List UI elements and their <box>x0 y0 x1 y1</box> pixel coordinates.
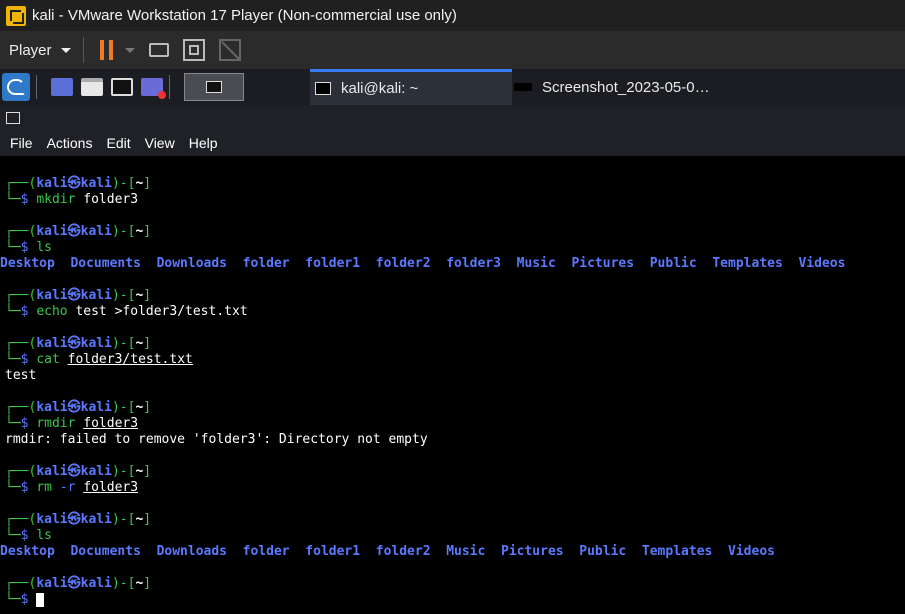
kali-taskbar: kali@kali: ~ Screenshot_2023-05-0… <box>0 69 905 105</box>
prompt-line: ┌──(kali㉿kali)-[~] <box>5 512 152 527</box>
menu-actions[interactable]: Actions <box>47 135 93 151</box>
prompt-line: ┌──(kali㉿kali)-[~] <box>5 576 152 591</box>
network-icon[interactable] <box>148 43 169 57</box>
terminal-menubar: File Actions Edit View Help <box>0 130 905 156</box>
menu-help[interactable]: Help <box>189 135 218 151</box>
menu-edit[interactable]: Edit <box>106 135 130 151</box>
player-menu-label: Player <box>9 41 52 59</box>
file-manager-icon[interactable] <box>81 78 103 96</box>
prompt-line: ┌──(kali㉿kali)-[~] <box>5 224 152 239</box>
prompt-line: ┌──(kali㉿kali)-[~] <box>5 464 152 479</box>
terminal-launcher-icon[interactable] <box>111 78 133 96</box>
vmware-logo-icon <box>6 5 26 26</box>
rmdir-error: rmdir: failed to remove 'folder3': Direc… <box>5 432 428 447</box>
pause-icon[interactable] <box>99 40 113 60</box>
chevron-down-icon <box>60 47 71 53</box>
text-cursor <box>36 592 45 607</box>
task-screenshot[interactable]: Screenshot_2023-05-0… <box>512 69 722 105</box>
terminal-titlebar <box>0 105 905 130</box>
pause-options-chevron-icon[interactable] <box>124 47 135 53</box>
prompt-line: ┌──(kali㉿kali)-[~] <box>5 288 152 303</box>
image-icon <box>514 83 532 91</box>
task-label: Screenshot_2023-05-0… <box>542 78 710 96</box>
command-line: └─$ ls <box>5 528 52 543</box>
command-line: └─$ echo test >folder3/test.txt <box>5 304 248 319</box>
terminal-icon <box>6 112 20 124</box>
command-line: └─$ rm -r folder3 <box>5 480 139 495</box>
window-title: kali - VMware Workstation 17 Player (Non… <box>32 7 457 24</box>
task-label: kali@kali: ~ <box>341 80 419 97</box>
terminal-output[interactable]: ┌──(kali㉿kali)-[~] └─$ mkdir folder3 ┌──… <box>0 156 905 614</box>
ls-output: Desktop Documents Downloads folder folde… <box>0 544 775 559</box>
vmware-titlebar: kali - VMware Workstation 17 Player (Non… <box>0 0 905 31</box>
active-command-line[interactable]: └─$ <box>5 592 45 608</box>
terminal-icon <box>315 82 331 95</box>
command-line: └─$ rmdir folder3 <box>5 416 139 431</box>
unity-icon <box>218 39 241 61</box>
toolbar-divider <box>82 37 84 63</box>
command-line: └─$ cat folder3/test.txt <box>5 352 193 367</box>
show-desktop-icon[interactable] <box>51 78 73 96</box>
command-line: └─$ mkdir folder3 <box>5 192 139 207</box>
kali-menu-icon[interactable] <box>2 73 30 101</box>
prompt-line: ┌──(kali㉿kali)-[~] <box>5 176 152 191</box>
prompt-line: ┌──(kali㉿kali)-[~] <box>5 400 152 415</box>
fullscreen-icon[interactable] <box>182 39 205 61</box>
panel-divider <box>36 75 37 99</box>
ls-output: Desktop Documents Downloads folder folde… <box>0 256 846 271</box>
screen-recorder-icon[interactable] <box>141 78 166 99</box>
command-line: └─$ ls <box>5 240 52 255</box>
panel-divider <box>169 75 170 99</box>
task-terminal[interactable]: kali@kali: ~ <box>310 69 512 105</box>
workspace-switcher[interactable] <box>184 73 244 101</box>
cat-output: test <box>5 368 37 383</box>
vmware-toolbar: Player <box>0 31 905 69</box>
menu-view[interactable]: View <box>145 135 175 151</box>
player-menu-button[interactable]: Player <box>9 42 71 59</box>
prompt-line: ┌──(kali㉿kali)-[~] <box>5 336 152 351</box>
menu-file[interactable]: File <box>10 135 33 151</box>
